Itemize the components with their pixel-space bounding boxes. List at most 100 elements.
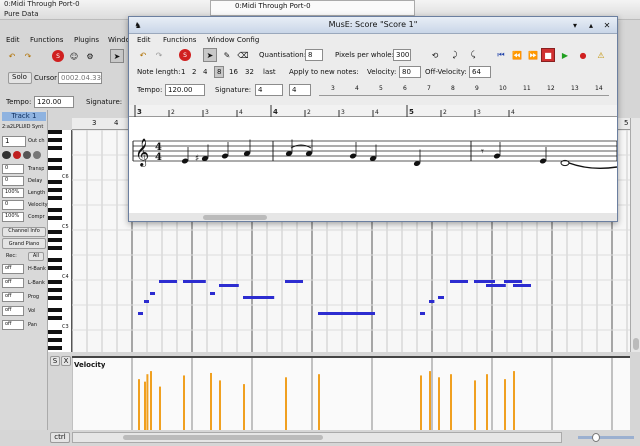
solo-icon[interactable] (23, 151, 31, 159)
bg-window-button-gear[interactable] (456, 2, 468, 14)
record-icon[interactable] (13, 151, 21, 159)
bg-vscroll-thumb[interactable] (633, 338, 639, 350)
note-length-16[interactable]: 16 (229, 68, 238, 76)
zoom-slider[interactable] (578, 433, 634, 442)
black-key[interactable] (48, 346, 62, 350)
black-key[interactable] (48, 280, 62, 284)
black-key[interactable] (48, 238, 62, 242)
off-icon[interactable] (33, 151, 41, 159)
bg-menu-functions[interactable]: Functions (30, 36, 63, 44)
instrument-button[interactable]: Grand Piano (2, 238, 46, 249)
ctrl-param-value[interactable]: off (2, 264, 24, 274)
velocity-pane[interactable]: Velocity (72, 356, 630, 430)
rewind-icon[interactable]: ⏪ (511, 49, 523, 61)
mute-icon[interactable] (2, 151, 11, 159)
strip-param-value[interactable]: 0 (2, 200, 24, 210)
note-length-32[interactable]: 32 (245, 68, 254, 76)
score-punchin-icon[interactable]: ⤸ (449, 49, 461, 61)
black-key[interactable] (48, 288, 62, 292)
strip-param-value[interactable]: 0 (2, 164, 24, 174)
black-key[interactable] (48, 188, 62, 192)
rewind-to-start-icon[interactable]: ⏮ (495, 49, 507, 61)
rec-all-button[interactable]: All (28, 252, 44, 261)
black-key[interactable] (48, 166, 62, 170)
black-key[interactable] (48, 258, 62, 262)
score-stop-sign-icon[interactable]: S (179, 49, 191, 61)
strip-param-value[interactable]: 100% (2, 188, 24, 198)
score-canvas[interactable]: 𝄞 4 4 ♯ 𝄾 (129, 117, 617, 213)
score-tempo-field[interactable]: 120.00 (165, 84, 205, 96)
score-redo-icon[interactable]: ↷ (153, 49, 165, 61)
undo-icon[interactable]: ↶ (6, 50, 18, 62)
score-title-bar[interactable]: ♞ MusE: Score "Score 1" ▾ ▴ ✕ (129, 17, 617, 34)
strip-param-value[interactable]: 0 (2, 176, 24, 186)
solo-button[interactable]: Solo (8, 72, 32, 84)
score-menu-window-config[interactable]: Window Config (207, 36, 259, 44)
black-key[interactable] (48, 316, 62, 320)
track-name[interactable]: Track 1 (2, 112, 46, 121)
sig-denominator-field[interactable]: 4 (289, 84, 311, 96)
bg-menu-edit[interactable]: Edit (6, 36, 20, 44)
bg-tempo-field[interactable]: 120.00 (34, 96, 74, 108)
black-key[interactable] (48, 196, 62, 200)
channel-info-button[interactable]: Channel Info (2, 227, 46, 237)
smiley-icon[interactable]: ☺ (68, 50, 80, 62)
play-icon[interactable]: ▶ (559, 49, 571, 61)
minimize-icon[interactable]: ▾ (569, 19, 581, 31)
pencil-icon[interactable]: ✎ (221, 49, 233, 61)
black-key[interactable] (48, 246, 62, 250)
black-key[interactable] (48, 338, 62, 342)
ctrl-param-value[interactable]: off (2, 292, 24, 302)
stop-sign-icon[interactable]: S (52, 50, 64, 62)
redo-icon[interactable]: ↷ (22, 50, 34, 62)
stop-icon[interactable]: ■ (541, 48, 555, 62)
ppw-select[interactable]: 300 (393, 49, 411, 61)
black-key[interactable] (48, 208, 62, 212)
steprec-icon[interactable]: ⚙ (84, 50, 96, 62)
black-key[interactable] (48, 308, 62, 312)
score-ruler[interactable]: 3 2 3 4 4 2 3 4 5 2 3 4 (129, 105, 617, 117)
score-menu-edit[interactable]: Edit (137, 36, 151, 44)
close-icon[interactable]: ✕ (601, 19, 613, 31)
quantisation-select[interactable]: 8 (305, 49, 323, 61)
bg-hscroll-thumb[interactable] (123, 435, 323, 440)
black-key[interactable] (48, 230, 62, 234)
score-punchout-icon[interactable]: ⤹ (467, 49, 479, 61)
velocity-x-button[interactable]: X (61, 356, 71, 366)
note-length-1[interactable]: 1 (181, 68, 185, 76)
black-key[interactable] (48, 158, 62, 162)
black-key[interactable] (48, 330, 62, 334)
note-length-4[interactable]: 4 (203, 68, 207, 76)
note-length-last[interactable]: last (263, 68, 276, 76)
black-key[interactable] (48, 296, 62, 300)
strip-param-value[interactable]: 100% (2, 212, 24, 222)
note-length-8[interactable]: 8 (214, 66, 224, 78)
black-key[interactable] (48, 146, 62, 150)
ctrl-param-value[interactable]: off (2, 278, 24, 288)
black-key[interactable] (48, 266, 62, 270)
cursor-field[interactable]: 0002.04.336 (58, 72, 102, 84)
score-pointer-icon[interactable]: ➤ (203, 48, 217, 62)
score-hscroll-thumb[interactable] (203, 215, 267, 220)
pointer-tool-icon[interactable]: ➤ (110, 49, 124, 63)
bg-menu-plugins[interactable]: Plugins (74, 36, 99, 44)
port-label[interactable]: 2:a2LPLUID Synt (2, 124, 46, 130)
ctrl-button[interactable]: ctrl (50, 432, 70, 443)
panic-icon[interactable]: ⚠ (595, 49, 607, 61)
piano-keyboard[interactable]: C6 C5 C4 C3 (48, 130, 72, 352)
bg-hscrollbar[interactable] (72, 432, 562, 443)
score-loop-icon[interactable]: ⟲ (429, 49, 441, 61)
black-key[interactable] (48, 180, 62, 184)
score-hscrollbar[interactable] (129, 213, 617, 221)
bg-vscrollbar[interactable] (630, 118, 640, 352)
zoom-slider-handle[interactable] (592, 433, 600, 442)
black-key[interactable] (48, 216, 62, 220)
record-button-icon[interactable]: ● (577, 49, 589, 61)
score-menu-functions[interactable]: Functions (163, 36, 196, 44)
score-mini-ruler[interactable]: 3 4 5 6 7 8 9 10 11 12 13 14 (319, 85, 609, 96)
score-undo-icon[interactable]: ↶ (137, 49, 149, 61)
velocity-s-button[interactable]: S (50, 356, 60, 366)
off-velocity-field[interactable]: 64 (469, 66, 491, 78)
fast-forward-icon[interactable]: ⏩ (527, 49, 539, 61)
note-length-2[interactable]: 2 (192, 68, 196, 76)
